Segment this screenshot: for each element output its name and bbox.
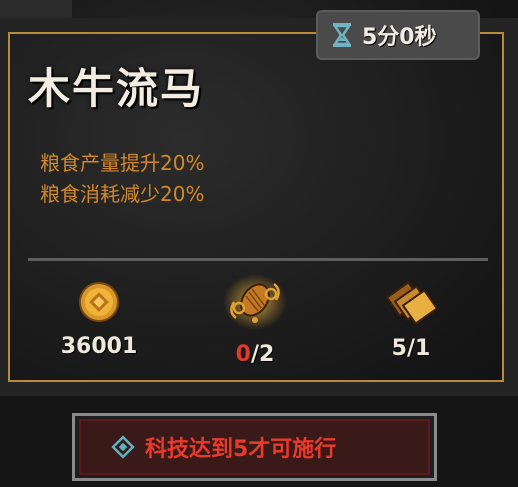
card-stack-icon (385, 281, 439, 325)
resource-item: 0/2 (190, 272, 320, 367)
hourglass-icon (332, 23, 352, 47)
scroll-item-icon (223, 274, 287, 330)
diamond-icon (111, 435, 135, 459)
enact-button-inner: 科技达到5才可施行 (79, 419, 430, 475)
enact-requirement-text: 科技达到5才可施行 (145, 437, 337, 462)
divider (28, 258, 488, 261)
item-separator: / (250, 342, 260, 367)
effect-line: 粮食产量提升20% (40, 151, 205, 175)
resource-coin: 36001 (34, 280, 164, 359)
cards-value: 5/1 (391, 336, 431, 361)
tech-card-screen: 木牛流马 5分0秒 粮食产量提升20% 粮食消耗减少20% 36001 0/2 … (0, 0, 518, 487)
enact-button[interactable]: 科技达到5才可施行 (72, 413, 437, 481)
timer-badge: 5分0秒 (316, 10, 480, 60)
coin-value: 36001 (60, 334, 138, 359)
item-count: 0/2 (190, 342, 320, 367)
item-current: 0 (235, 342, 251, 367)
timer-text: 5分0秒 (362, 25, 437, 50)
effect-line: 粮食消耗减少20% (40, 182, 205, 206)
item-required: 2 (259, 342, 275, 367)
coin-icon (79, 282, 119, 322)
resource-cards: 5/1 (346, 278, 476, 361)
effects-list: 粮食产量提升20% 粮食消耗减少20% (40, 148, 204, 210)
tech-title: 木牛流马 (28, 64, 205, 113)
